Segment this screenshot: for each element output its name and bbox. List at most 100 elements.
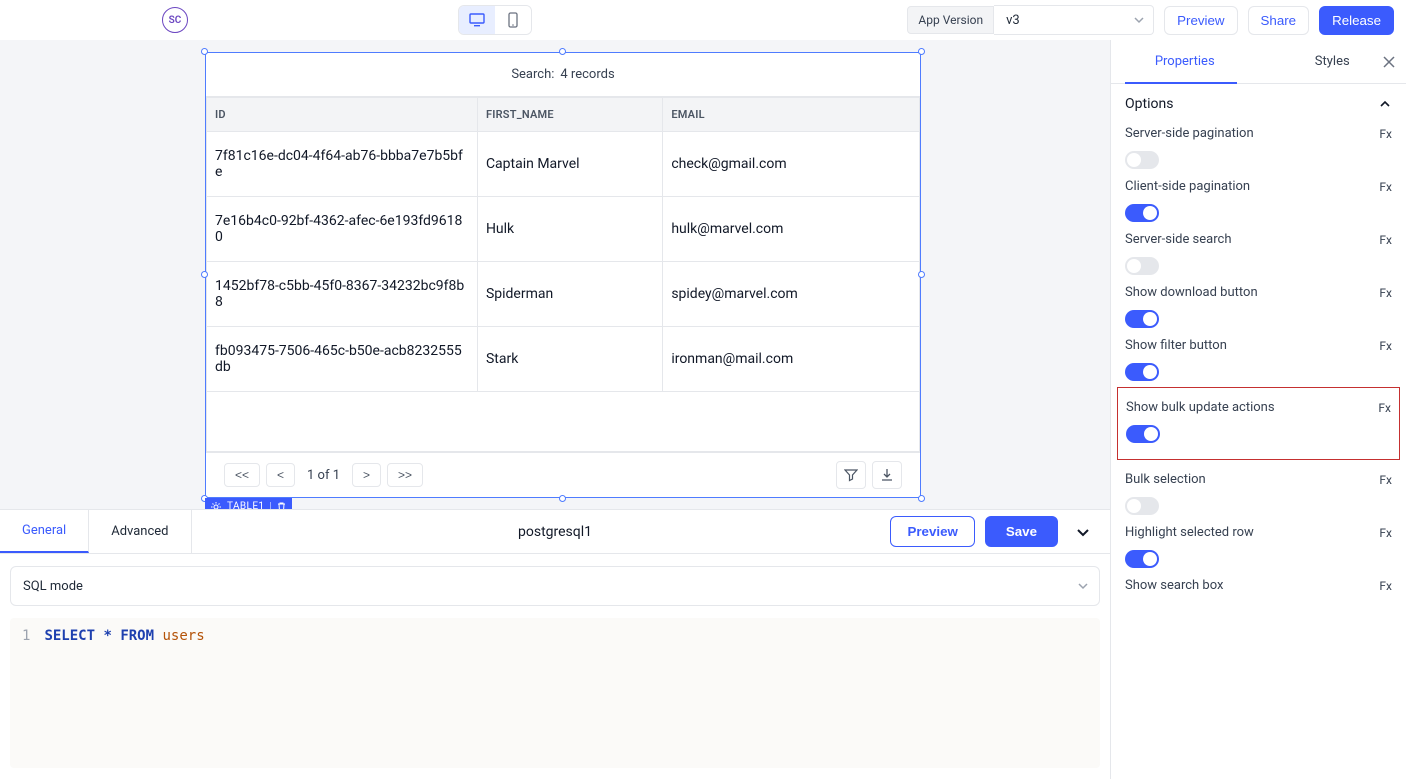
query-tabs: General Advanced postgresql1 Preview Sav… — [0, 510, 1110, 554]
cell-first-name: Hulk — [477, 197, 662, 262]
mode-value: SQL mode — [23, 579, 83, 594]
table-row[interactable]: 1452bf78-c5bb-45f0-8367-34232bc9f8b8 Spi… — [207, 262, 920, 327]
chevron-down-icon — [1077, 580, 1089, 592]
toggle-show-bulk-update[interactable] — [1126, 425, 1160, 443]
sql-operator: * — [103, 628, 111, 644]
avatar[interactable]: SC — [162, 7, 188, 33]
column-header-first-name[interactable]: FIRST_NAME — [477, 98, 662, 132]
cell-id: 1452bf78-c5bb-45f0-8367-34232bc9f8b8 — [207, 262, 478, 327]
close-inspector-button[interactable] — [1382, 55, 1396, 69]
fx-button[interactable]: Fx — [1379, 579, 1392, 593]
resize-handle[interactable] — [201, 271, 208, 278]
filter-button[interactable] — [836, 461, 866, 489]
inspector-tabs: Properties Styles — [1111, 40, 1406, 84]
page-last-button[interactable]: >> — [387, 463, 423, 487]
fx-button[interactable]: Fx — [1379, 526, 1392, 540]
toggle-show-download[interactable] — [1125, 310, 1159, 328]
page-info: 1 of 1 — [301, 468, 346, 483]
table-widget-wrapper: Search: 4 records ID FIRST_NAME EMAIL — [205, 52, 921, 498]
mobile-view-button[interactable] — [495, 6, 531, 34]
prop-bulk-selection: Bulk selection Fx — [1111, 464, 1406, 517]
fx-button[interactable]: Fx — [1379, 286, 1392, 300]
canvas[interactable]: Search: 4 records ID FIRST_NAME EMAIL — [0, 40, 1110, 779]
table-row[interactable]: 7f81c16e-dc04-4f64-ab76-bbba7e7b5bfe Cap… — [207, 132, 920, 197]
highlighted-property: Show bulk update actions Fx — [1117, 387, 1400, 460]
share-button[interactable]: Share — [1248, 6, 1310, 35]
sql-editor[interactable]: 1 SELECT * FROM users — [10, 618, 1100, 768]
fx-button[interactable]: Fx — [1379, 180, 1392, 194]
collapse-button[interactable] — [1068, 519, 1098, 545]
release-button[interactable]: Release — [1319, 6, 1394, 35]
cell-first-name: Spiderman — [477, 262, 662, 327]
prop-label: Server-side search — [1125, 232, 1231, 247]
tab-advanced[interactable]: Advanced — [89, 510, 191, 553]
resize-handle[interactable] — [201, 48, 208, 55]
fx-button[interactable]: Fx — [1379, 339, 1392, 353]
download-button[interactable] — [872, 461, 902, 489]
query-save-button[interactable]: Save — [985, 516, 1058, 547]
table-header-row: ID FIRST_NAME EMAIL — [207, 98, 920, 132]
toggle-show-filter[interactable] — [1125, 363, 1159, 381]
page-first-button[interactable]: << — [224, 463, 260, 487]
prop-label: Show download button — [1125, 285, 1258, 300]
prop-client-pagination: Client-side pagination Fx — [1111, 171, 1406, 224]
column-header-id[interactable]: ID — [207, 98, 478, 132]
desktop-view-button[interactable] — [459, 6, 495, 34]
query-preview-button[interactable]: Preview — [890, 516, 974, 547]
table-row[interactable]: fb093475-7506-465c-b50e-acb8232555db Sta… — [207, 327, 920, 392]
version-value: v3 — [1006, 13, 1020, 28]
prop-label: Client-side pagination — [1125, 179, 1250, 194]
resize-handle[interactable] — [918, 48, 925, 55]
prop-label: Show bulk update actions — [1126, 400, 1275, 415]
desktop-icon — [469, 13, 485, 27]
query-panel: General Advanced postgresql1 Preview Sav… — [0, 509, 1110, 779]
toggle-highlight-row[interactable] — [1125, 550, 1159, 568]
filter-icon — [844, 468, 858, 482]
toggle-server-pagination[interactable] — [1125, 151, 1159, 169]
close-icon — [1382, 55, 1396, 69]
prop-label: Show filter button — [1125, 338, 1227, 353]
resize-handle[interactable] — [918, 271, 925, 278]
prop-label: Server-side pagination — [1125, 126, 1254, 141]
preview-button[interactable]: Preview — [1164, 6, 1237, 35]
cell-email: check@gmail.com — [663, 132, 920, 197]
page-prev-button[interactable]: < — [266, 463, 295, 487]
prop-show-search: Show search box Fx — [1111, 570, 1406, 595]
fx-button[interactable]: Fx — [1378, 401, 1391, 415]
section-title: Options — [1125, 96, 1173, 112]
inspector-body[interactable]: Options Server-side pagination Fx Client… — [1111, 84, 1406, 779]
sql-mode-select[interactable]: SQL mode — [10, 566, 1100, 606]
prop-server-pagination: Server-side pagination Fx — [1111, 118, 1406, 171]
fx-button[interactable]: Fx — [1379, 233, 1392, 247]
table-widget[interactable]: Search: 4 records ID FIRST_NAME EMAIL — [205, 52, 921, 498]
tab-general[interactable]: General — [0, 510, 89, 553]
data-table: ID FIRST_NAME EMAIL 7f81c16e-dc04-4f64-a… — [206, 97, 920, 452]
fx-button[interactable]: Fx — [1379, 473, 1392, 487]
resize-handle[interactable] — [918, 495, 925, 502]
inspector-panel: Properties Styles Options Se — [1110, 40, 1406, 779]
prop-show-filter: Show filter button Fx — [1111, 330, 1406, 383]
resize-handle[interactable] — [559, 495, 566, 502]
top-bar: SC App Version v3 Preview Share Release — [0, 0, 1406, 40]
tab-properties[interactable]: Properties — [1111, 54, 1259, 69]
cell-email: hulk@marvel.com — [663, 197, 920, 262]
sql-keyword: FROM — [120, 628, 154, 644]
cell-first-name: Captain Marvel — [477, 132, 662, 197]
table-search-bar: Search: 4 records — [206, 53, 920, 97]
cell-id: fb093475-7506-465c-b50e-acb8232555db — [207, 327, 478, 392]
toggle-server-search[interactable] — [1125, 257, 1159, 275]
toggle-bulk-selection[interactable] — [1125, 497, 1159, 515]
resize-handle[interactable] — [559, 48, 566, 55]
version-select[interactable]: v3 — [994, 5, 1154, 35]
table-row[interactable]: 7e16b4c0-92bf-4362-afec-6e193fd96180 Hul… — [207, 197, 920, 262]
chevron-down-icon — [1133, 14, 1145, 26]
sql-identifier: users — [162, 628, 204, 644]
toggle-client-pagination[interactable] — [1125, 204, 1159, 222]
column-header-email[interactable]: EMAIL — [663, 98, 920, 132]
page-next-button[interactable]: > — [352, 463, 381, 487]
fx-button[interactable]: Fx — [1379, 127, 1392, 141]
prop-show-bulk-update: Show bulk update actions Fx — [1126, 392, 1391, 445]
table-footer: << < 1 of 1 > >> — [206, 452, 920, 497]
section-options[interactable]: Options — [1111, 90, 1406, 118]
cell-first-name: Stark — [477, 327, 662, 392]
